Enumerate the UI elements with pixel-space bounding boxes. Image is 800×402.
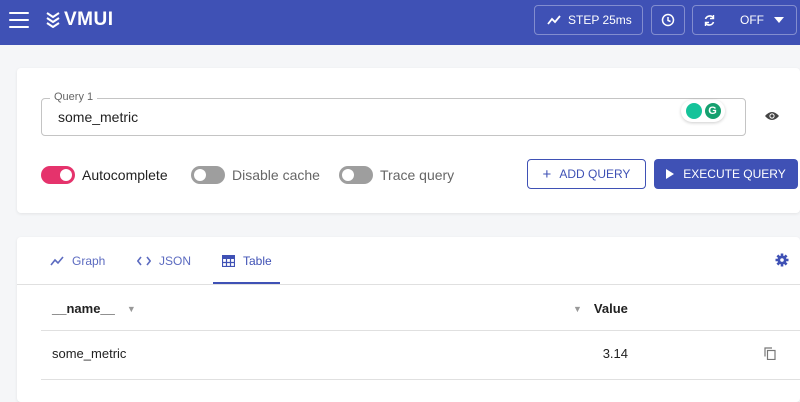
disable-cache-switch[interactable] — [191, 166, 225, 184]
add-query-button[interactable]: + ADD QUERY — [527, 159, 646, 189]
sort-icon[interactable]: ▼ — [127, 304, 136, 314]
bulb-icon[interactable] — [685, 103, 702, 119]
column-header-name[interactable]: __name__ ▼ — [52, 301, 136, 316]
code-icon — [137, 256, 151, 266]
query-panel: Query 1 some_metric G Autocomplete Disab… — [17, 68, 800, 213]
tab-graph[interactable]: Graph — [50, 251, 105, 271]
eye-icon[interactable] — [764, 110, 780, 122]
trace-query-label: Trace query — [380, 167, 455, 183]
disable-cache-label: Disable cache — [232, 167, 320, 183]
tab-graph-label: Graph — [72, 254, 106, 268]
autocomplete-label: Autocomplete — [82, 167, 168, 183]
execute-query-label: EXECUTE QUERY — [683, 167, 786, 181]
header-divider — [41, 330, 800, 331]
autocomplete-toggle[interactable]: Autocomplete — [41, 165, 168, 185]
step-button[interactable]: STEP 25ms — [534, 5, 643, 35]
table-cell-name: some_metric — [52, 346, 127, 361]
table-icon — [222, 255, 235, 267]
tab-json-label: JSON — [159, 254, 192, 268]
tab-json[interactable]: JSON — [137, 251, 191, 271]
vmui-logo: VMUI — [46, 9, 114, 31]
tab-table[interactable]: Table — [222, 251, 272, 271]
gear-icon[interactable] — [775, 253, 789, 267]
time-range-button[interactable] — [651, 5, 685, 35]
step-label: STEP 25ms — [568, 13, 632, 27]
trace-query-toggle[interactable]: Trace query — [339, 165, 454, 185]
tab-table-label: Table — [243, 254, 272, 268]
autocomplete-switch[interactable] — [41, 166, 75, 184]
chevron-down-icon — [774, 17, 784, 23]
active-tab-indicator — [213, 282, 280, 284]
clock-icon — [661, 13, 675, 27]
app-header: VMUI STEP 25ms OFF — [0, 0, 800, 45]
play-icon — [666, 169, 675, 179]
column-name-label: __name__ — [52, 301, 115, 316]
plus-icon: + — [542, 165, 552, 183]
trend-icon — [547, 15, 561, 25]
refresh-label: OFF — [740, 13, 764, 27]
query-value[interactable]: some_metric — [58, 109, 138, 125]
results-panel: Graph JSON Table __name__ ▼ ▼ Value some… — [17, 237, 800, 402]
query-input[interactable]: Query 1 some_metric G — [41, 91, 746, 136]
refresh-icon — [704, 14, 715, 26]
logo-text: VMUI — [64, 9, 114, 30]
add-query-label: ADD QUERY — [559, 167, 631, 181]
copy-icon[interactable] — [764, 347, 776, 360]
graph-icon — [50, 256, 64, 266]
result-tabs: Graph JSON Table — [17, 237, 800, 285]
logo-icon — [46, 12, 60, 28]
table-cell-value: 3.14 — [602, 346, 628, 361]
menu-icon[interactable] — [9, 12, 29, 30]
column-value-label: Value — [593, 301, 628, 316]
execute-query-button[interactable]: EXECUTE QUERY — [654, 159, 798, 189]
column-header-value[interactable]: ▼ Value — [573, 301, 628, 316]
grammarly-widget[interactable]: G — [681, 100, 725, 122]
auto-refresh-button[interactable]: OFF — [692, 5, 797, 35]
query-label: Query 1 — [50, 91, 98, 103]
row-divider — [41, 379, 800, 380]
grammarly-icon[interactable]: G — [704, 103, 721, 119]
disable-cache-toggle[interactable]: Disable cache — [191, 165, 320, 185]
sort-icon[interactable]: ▼ — [573, 304, 582, 314]
trace-query-switch[interactable] — [339, 166, 373, 184]
